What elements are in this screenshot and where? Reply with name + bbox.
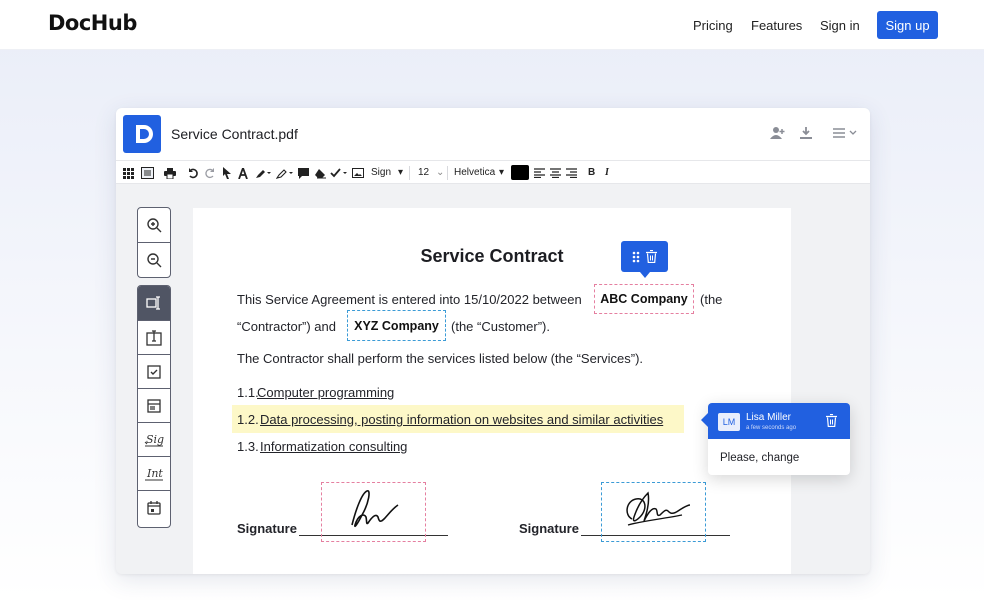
list-item-2-number: 1.2. bbox=[237, 412, 259, 427]
comment-author: Lisa Miller bbox=[746, 412, 792, 423]
print-icon[interactable] bbox=[164, 166, 176, 180]
text-field-icon bbox=[146, 296, 160, 310]
checkbox-icon bbox=[147, 364, 161, 379]
align-right-icon[interactable] bbox=[566, 166, 577, 180]
document-page: Service Contract This Service Agreement … bbox=[193, 208, 791, 574]
trash-icon[interactable] bbox=[646, 250, 657, 263]
zoom-out-button[interactable] bbox=[138, 243, 170, 277]
font-size-select[interactable]: 12 bbox=[418, 166, 429, 180]
text-field-xyz-company[interactable]: XYZ Company bbox=[347, 310, 446, 341]
text-tool-icon[interactable] bbox=[238, 166, 248, 180]
chevron-down-icon[interactable]: ⌄ bbox=[436, 166, 444, 180]
eraser-icon[interactable] bbox=[314, 166, 326, 180]
sign-dropdown-caret[interactable]: ▾ bbox=[398, 166, 403, 180]
file-name[interactable]: Service Contract.pdf bbox=[171, 126, 298, 142]
checkmark-icon[interactable] bbox=[330, 166, 347, 180]
drag-handle-icon[interactable] bbox=[632, 251, 640, 263]
initials-tool[interactable]: Int bbox=[138, 457, 170, 491]
list-item-2-text: Data processing, posting information on … bbox=[260, 412, 664, 427]
page-view-icon[interactable] bbox=[141, 166, 154, 180]
dochub-app-icon[interactable] bbox=[123, 115, 161, 153]
signature-label-right: Signature bbox=[519, 521, 579, 536]
svg-text:Sig: Sig bbox=[146, 433, 164, 446]
trash-icon bbox=[826, 413, 837, 428]
zoom-out-icon bbox=[147, 253, 162, 268]
top-nav: DocHub Pricing Features Sign in Sign up bbox=[0, 0, 984, 50]
zoom-in-icon bbox=[147, 218, 162, 233]
image-icon[interactable] bbox=[352, 166, 364, 180]
font-family-caret[interactable]: ▾ bbox=[499, 166, 504, 180]
signature-field-left[interactable] bbox=[321, 482, 426, 542]
grid-view-icon[interactable] bbox=[123, 166, 134, 180]
calendar-icon bbox=[147, 501, 161, 515]
document-title: Service Contract bbox=[420, 246, 564, 266]
initials-icon: Int bbox=[145, 467, 163, 480]
list-item-3-text: Informatization consulting bbox=[260, 439, 408, 454]
menu-icon[interactable] bbox=[832, 126, 860, 145]
nav-link-pricing[interactable]: Pricing bbox=[693, 18, 733, 33]
text-field-abc-company[interactable]: ABC Company bbox=[594, 284, 694, 314]
download-icon[interactable] bbox=[799, 126, 813, 145]
pen-tool-icon[interactable] bbox=[255, 166, 271, 180]
dropdown-field-icon bbox=[147, 398, 161, 413]
editor-header: Service Contract.pdf bbox=[116, 108, 870, 160]
paragraph-2-end: (the “Customer”). bbox=[451, 319, 550, 334]
highlighter-icon[interactable] bbox=[276, 166, 293, 180]
sign-dropdown[interactable]: Sign bbox=[371, 166, 391, 180]
paragraph-1-end: (the bbox=[700, 292, 723, 307]
add-user-icon[interactable] bbox=[770, 126, 786, 145]
comment-timestamp: a few seconds ago bbox=[746, 425, 797, 431]
editor-window: Service Contract.pdf Sign ▾ 12 ⌄ Helveti… bbox=[116, 108, 870, 574]
comment-header: LM Lisa Miller a few seconds ago bbox=[701, 403, 850, 439]
font-family-select[interactable]: Helvetica bbox=[454, 166, 495, 180]
text-field-tool[interactable] bbox=[138, 286, 170, 321]
pointer-icon[interactable] bbox=[223, 166, 232, 180]
paragraph-1-start: This Service Agreement is entered into 1… bbox=[237, 292, 582, 307]
field-action-popover bbox=[621, 241, 668, 278]
avatar: LM bbox=[718, 413, 740, 431]
list-item-1-number: 1.1. bbox=[237, 385, 259, 400]
toolbar-divider bbox=[409, 166, 410, 180]
field-tools: Sig Int bbox=[137, 285, 171, 528]
dochub-logo[interactable]: DocHub bbox=[48, 11, 137, 35]
text-box-icon bbox=[146, 329, 162, 346]
editor-toolbar: Sign ▾ 12 ⌄ Helvetica ▾ B I bbox=[116, 160, 870, 184]
align-center-icon[interactable] bbox=[550, 166, 561, 180]
bold-button[interactable]: B bbox=[588, 166, 595, 180]
comment-icon[interactable] bbox=[298, 166, 309, 180]
signature-tool[interactable]: Sig bbox=[138, 423, 170, 457]
signature-field-right[interactable] bbox=[601, 482, 706, 542]
signature-label-left: Signature bbox=[237, 521, 297, 536]
checkbox-tool[interactable] bbox=[138, 355, 170, 389]
zoom-in-button[interactable] bbox=[138, 208, 170, 243]
align-left-icon[interactable] bbox=[534, 166, 545, 180]
list-item-3-number: 1.3. bbox=[237, 439, 259, 454]
comment-text: Please, change bbox=[720, 452, 800, 464]
paragraph-2-start: “Contractor”) and bbox=[237, 319, 336, 334]
text-box-tool[interactable] bbox=[138, 321, 170, 355]
toolbar-divider bbox=[447, 166, 448, 180]
signature-icon: Sig bbox=[144, 433, 164, 446]
delete-comment-button[interactable] bbox=[826, 413, 837, 432]
list-item-1-text: Computer programming bbox=[257, 385, 395, 400]
color-swatch[interactable] bbox=[511, 165, 529, 180]
zoom-controls bbox=[137, 207, 171, 278]
undo-icon[interactable] bbox=[188, 166, 199, 180]
paragraph-3: The Contractor shall perform the service… bbox=[237, 351, 644, 366]
dropdown-tool[interactable] bbox=[138, 389, 170, 423]
date-tool[interactable] bbox=[138, 491, 170, 525]
italic-button[interactable]: I bbox=[605, 166, 609, 180]
redo-icon[interactable] bbox=[204, 166, 215, 180]
handwritten-signature-right bbox=[626, 491, 691, 526]
nav-link-features[interactable]: Features bbox=[751, 18, 802, 33]
handwritten-signature-left bbox=[351, 490, 399, 528]
comment-card: LM Lisa Miller a few seconds ago Please,… bbox=[701, 403, 850, 475]
sign-up-button[interactable]: Sign up bbox=[877, 11, 938, 39]
svg-text:Int: Int bbox=[146, 467, 163, 480]
nav-link-sign-in[interactable]: Sign in bbox=[820, 18, 860, 33]
